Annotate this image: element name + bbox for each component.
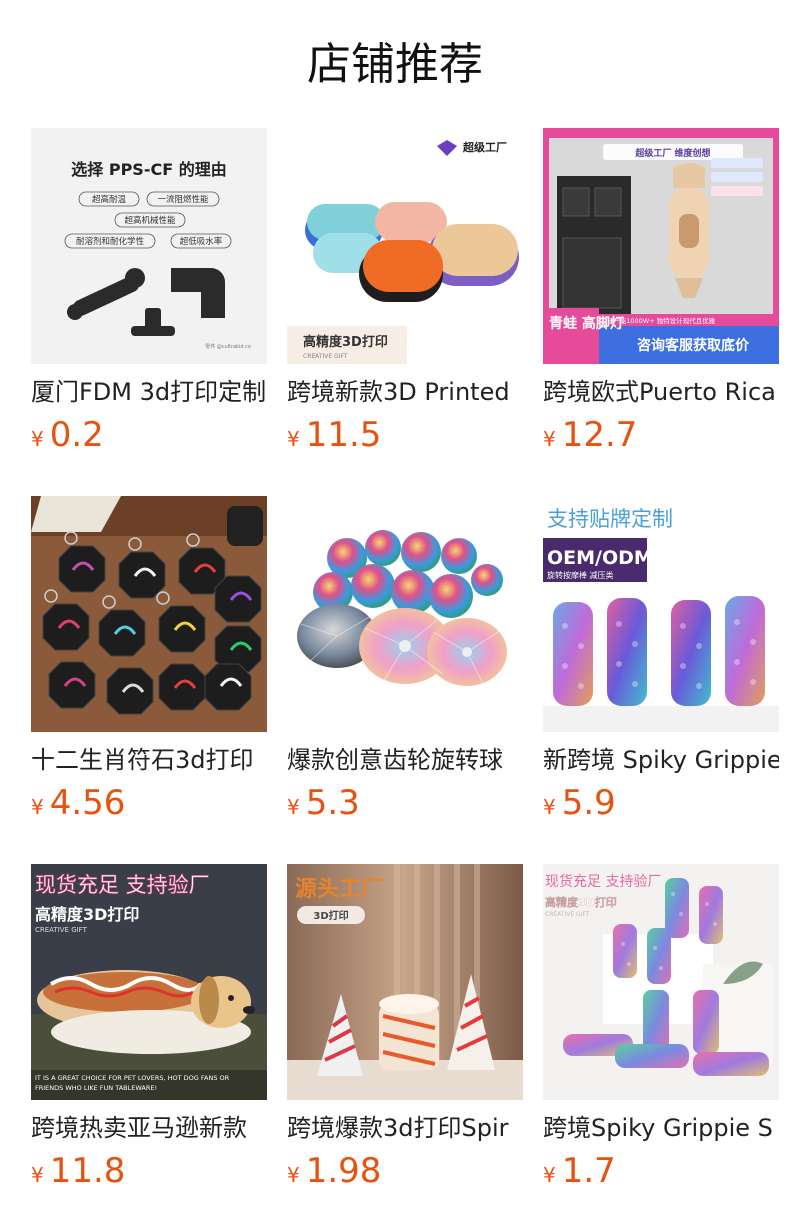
- product-name[interactable]: 新跨境 Spiky Grippie: [543, 743, 779, 777]
- price-value: 4.56: [49, 783, 126, 823]
- currency-symbol: ¥: [287, 427, 300, 451]
- caption-text: 高精度3D打印: [35, 905, 139, 924]
- product-card[interactable]: 现货充足 支持验厂 高精度3D打印 CREATIVE GIFT IT IS A …: [31, 864, 267, 1194]
- footer-text: IT IS A GREAT CHOICE FOR PET LOVERS, HOT…: [35, 1074, 230, 1082]
- product-card[interactable]: 十二生肖符石3d打印 ¥4.56: [31, 496, 267, 826]
- product-name[interactable]: 爆款创意齿轮旋转球: [287, 743, 523, 777]
- brand-text: 超级工厂 维度创想: [634, 147, 710, 159]
- currency-symbol: ¥: [287, 1163, 300, 1187]
- svg-text:耐溶剂和耐化学性: 耐溶剂和耐化学性: [76, 236, 145, 247]
- footer-text: FRIENDS WHO LIKE FUN TABLEWARE!: [35, 1084, 157, 1092]
- product-card[interactable]: 爆款创意齿轮旋转球 ¥5.3: [287, 496, 523, 826]
- pastel-massage-stones-image[interactable]: 超级工厂 高精度3D打印 CREATIVE GIFT: [287, 128, 523, 364]
- product-card[interactable]: 超级工厂 高精度3D打印 CREATIVE GIFT 跨境新款3D Printe…: [287, 128, 523, 458]
- price-value: 5.3: [305, 783, 360, 823]
- lantern-house-decor-image[interactable]: 超级工厂 维度创想 日产能1000W+ 独特设计现代且优雅 青蛙 高脚灯 咨询客…: [543, 128, 779, 364]
- price-value: 1.7: [561, 1151, 616, 1191]
- product-price: ¥4.56: [31, 781, 125, 825]
- product-price: ¥11.8: [31, 1149, 125, 1193]
- product-price: ¥5.3: [287, 781, 360, 825]
- subcaption-text: CREATIVE GIFT: [303, 353, 348, 360]
- top-text: 源头工厂: [295, 877, 383, 902]
- top-text: 现货充足 支持验厂: [545, 873, 661, 890]
- product-name[interactable]: 跨境欧式Puerto Rica: [543, 375, 779, 409]
- rainbow-gear-balls-image[interactable]: [287, 496, 523, 732]
- label-text: OEM/ODM: [547, 547, 653, 569]
- currency-symbol: ¥: [31, 427, 44, 451]
- currency-symbol: ¥: [543, 1163, 556, 1187]
- top-text: 支持贴牌定制: [547, 507, 673, 531]
- svg-text:超高机械性能: 超高机械性能: [124, 215, 176, 226]
- price-value: 11.5: [305, 415, 382, 455]
- product-price: ¥5.9: [543, 781, 616, 825]
- price-value: 0.2: [49, 415, 104, 455]
- badge-text: 青蛙 高脚灯: [549, 315, 624, 332]
- price-value: 5.9: [561, 783, 616, 823]
- product-card[interactable]: 超级工厂 维度创想 日产能1000W+ 独特设计现代且优雅 青蛙 高脚灯 咨询客…: [543, 128, 779, 458]
- svg-text:超低吸水率: 超低吸水率: [180, 236, 223, 247]
- product-card[interactable]: 选择 PPS-CF 的理由 超高耐温 一流阻燃性能 超高机械性能 耐溶剂和耐化学…: [31, 128, 267, 458]
- dachshund-hotdog-image[interactable]: 现货充足 支持验厂 高精度3D打印 CREATIVE GIFT IT IS A …: [31, 864, 267, 1100]
- currency-symbol: ¥: [31, 1163, 44, 1187]
- currency-symbol: ¥: [543, 795, 556, 819]
- product-price: ¥1.98: [287, 1149, 381, 1193]
- svg-text:超高耐温: 超高耐温: [92, 194, 127, 205]
- product-card[interactable]: 源头工厂 3D打印 跨境爆款3d打印Spir ¥1.98: [287, 864, 523, 1194]
- sub-text: 旋转按摩棒 减压类: [547, 570, 614, 580]
- spiky-fidget-tubes-image[interactable]: 支持贴牌定制 OEM/ODM 旋转按摩棒 减压类: [543, 496, 779, 732]
- product-name[interactable]: 厦门FDM 3d打印定制: [31, 375, 267, 409]
- page-title: 店铺推荐: [307, 39, 483, 90]
- product-name[interactable]: 跨境热卖亚马逊新款: [31, 1111, 267, 1145]
- svg-text:零件 @cultrakid.co: 零件 @cultrakid.co: [205, 343, 251, 350]
- product-name[interactable]: 跨境新款3D Printed: [287, 375, 523, 409]
- product-name[interactable]: 十二生肖符石3d打印: [31, 743, 267, 777]
- subcaption-text: CREATIVE GIFT: [35, 926, 88, 934]
- spiky-tubes-display-image[interactable]: 现货充足 支持验厂 高精度3D打印 CREATIVE GIFT: [543, 864, 779, 1100]
- brand-text: 超级工厂: [462, 140, 507, 154]
- spiral-cone-toys-image[interactable]: 源头工厂 3D打印: [287, 864, 523, 1100]
- price-value: 12.7: [561, 415, 638, 455]
- product-name[interactable]: 跨境爆款3d打印Spir: [287, 1111, 523, 1145]
- product-price: ¥12.7: [543, 413, 637, 457]
- top-text: 现货充足 支持验厂: [35, 873, 210, 897]
- currency-symbol: ¥: [31, 795, 44, 819]
- currency-symbol: ¥: [543, 427, 556, 451]
- product-card[interactable]: 现货充足 支持验厂 高精度3D打印 CREATIVE GIFT 跨境Spiky …: [543, 864, 779, 1194]
- product-card[interactable]: 支持贴牌定制 OEM/ODM 旋转按摩棒 减压类 新跨境 Spiky Gripp…: [543, 496, 779, 826]
- image-heading: 选择 PPS-CF 的理由: [71, 160, 226, 179]
- svg-text:一流阻燃性能: 一流阻燃性能: [157, 194, 209, 205]
- product-price: ¥1.7: [543, 1149, 616, 1193]
- black-3d-printed-parts-image[interactable]: 选择 PPS-CF 的理由 超高耐温 一流阻燃性能 超高机械性能 耐溶剂和耐化学…: [31, 128, 267, 364]
- subcaption-text: CREATIVE GIFT: [545, 911, 590, 918]
- pill-text: 3D打印: [313, 909, 348, 922]
- product-name[interactable]: 跨境Spiky Grippie S: [543, 1111, 779, 1145]
- zodiac-keychains-image[interactable]: [31, 496, 267, 732]
- product-price: ¥0.2: [31, 413, 104, 457]
- product-price: ¥11.5: [287, 413, 381, 457]
- currency-symbol: ¥: [287, 795, 300, 819]
- price-value: 1.98: [305, 1151, 382, 1191]
- price-value: 11.8: [49, 1151, 126, 1191]
- banner-text: 咨询客服获取底价: [637, 337, 750, 354]
- caption-text: 高精度3D打印: [545, 895, 617, 909]
- caption-text: 高精度3D打印: [303, 334, 388, 350]
